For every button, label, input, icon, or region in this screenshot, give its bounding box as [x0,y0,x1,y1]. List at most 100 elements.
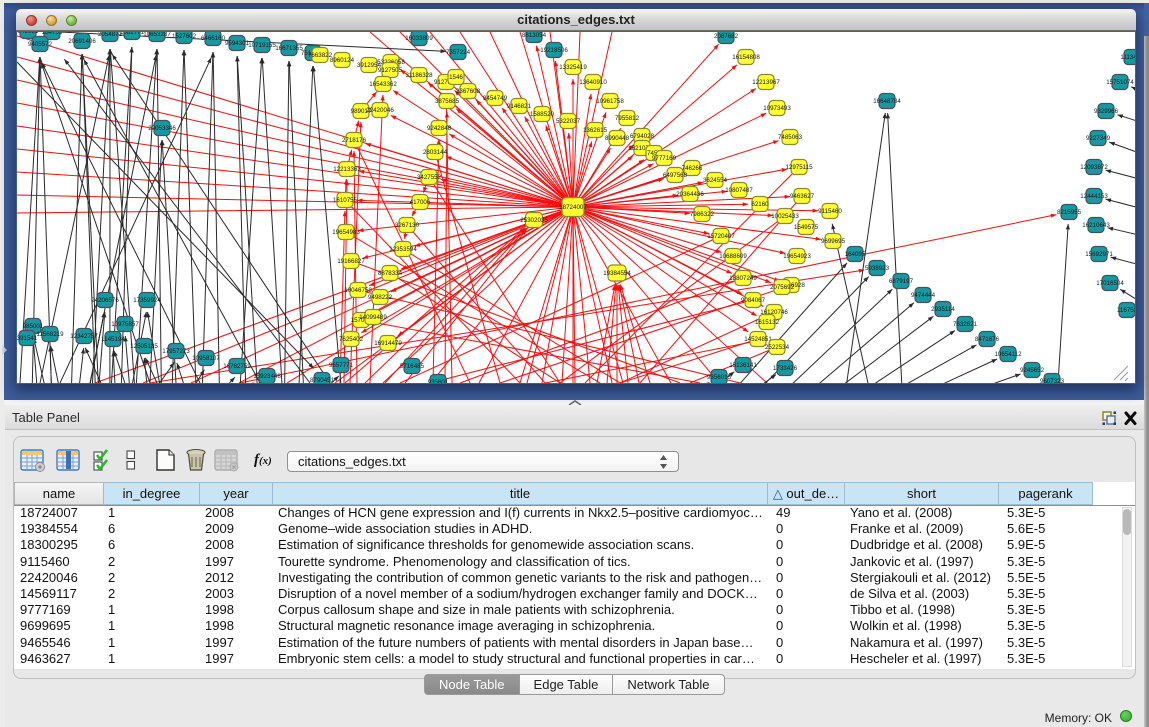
svg-text:19654983: 19654983 [332,229,360,236]
svg-text:1610755: 1610755 [333,197,358,204]
svg-text:9777169: 9777169 [652,155,677,162]
svg-text:25302035: 25302035 [520,217,548,224]
svg-text:10688609: 10688609 [719,253,747,260]
svg-text:7485063: 7485063 [778,134,803,141]
svg-text:16033809: 16033809 [405,35,433,42]
svg-text:18724007: 18724007 [559,204,587,211]
svg-text:19654923: 19654923 [783,253,811,260]
svg-text:9245652: 9245652 [1020,367,1045,374]
svg-text:19218506: 19218506 [540,47,568,54]
svg-text:9227349: 9227349 [1086,135,1111,142]
svg-text:1362615: 1362615 [583,127,608,134]
svg-text:3875685: 3875685 [435,98,460,105]
svg-text:417006: 417006 [410,199,431,206]
svg-text:9474444: 9474444 [911,292,936,299]
svg-text:13325419: 13325419 [559,64,587,71]
svg-text:3267130: 3267130 [395,222,420,229]
svg-text:1733426: 1733426 [773,365,798,372]
svg-text:9115460: 9115460 [818,208,842,215]
svg-text:18807249: 18807249 [729,275,757,282]
svg-text:943051: 943051 [18,32,39,35]
svg-text:15692971: 15692971 [1085,251,1113,258]
svg-text:10958107: 10958107 [192,355,220,362]
svg-text:6879197: 6879197 [889,278,914,285]
svg-text:8471676: 8471676 [975,336,1000,343]
svg-text:5938923: 5938923 [865,265,890,272]
svg-text:10046758: 10046758 [344,287,372,294]
svg-text:9498222: 9498222 [368,294,393,301]
svg-text:15720407: 15720407 [707,233,735,240]
svg-text:2522534: 2522534 [765,344,790,351]
svg-text:15751074: 15751074 [1106,79,1134,86]
svg-text:391541: 391541 [17,335,38,342]
svg-text:16671355: 16671355 [275,45,303,52]
svg-text:8454749: 8454749 [483,95,508,102]
svg-text:10719155: 10719155 [248,42,276,49]
svg-text:12093872: 12093872 [1080,164,1108,171]
svg-text:13640910: 13640910 [579,79,607,86]
svg-text:17016504: 17016504 [1096,280,1124,287]
svg-text:6497568: 6497568 [663,172,688,179]
svg-text:10807487: 10807487 [725,187,753,194]
svg-text:2367608: 2367608 [456,88,481,95]
svg-text:2054871: 2054871 [98,32,123,38]
svg-text:12213363: 12213363 [333,166,361,173]
svg-text:15136141: 15136141 [729,362,757,369]
svg-text:2718176: 2718176 [342,137,367,144]
svg-text:7955812: 7955812 [615,115,640,122]
svg-text:16543362: 16543362 [369,81,397,88]
svg-text:3427552: 3427552 [417,174,442,181]
svg-text:1145194: 1145194 [101,336,125,343]
svg-text:7986322: 7986322 [690,211,715,218]
svg-text:19384554: 19384554 [603,270,631,277]
svg-text:12342757: 12342757 [70,333,98,340]
svg-text:9463627: 9463627 [790,193,815,200]
svg-text:17359924: 17359924 [133,297,161,304]
svg-text:9699695: 9699695 [821,238,846,245]
svg-text:19166827: 19166827 [337,258,365,265]
svg-text:1615132: 1615132 [755,319,780,326]
svg-text:24206576: 24206576 [91,297,119,304]
svg-text:10654112: 10654112 [994,351,1022,358]
svg-text:2935114: 2935114 [931,306,955,313]
svg-text:3624554: 3624554 [703,177,728,184]
svg-text:12505135: 12505135 [130,343,158,350]
svg-text:2075692: 2075692 [770,284,795,291]
svg-text:6466160: 6466160 [201,35,226,42]
svg-text:15923448: 15923448 [253,373,281,380]
svg-text:16210643: 16210643 [1082,222,1110,229]
svg-text:10653287: 10653287 [143,32,171,38]
svg-text:8990448: 8990448 [605,135,630,142]
svg-text:8813054: 8813054 [522,32,547,39]
svg-text:6794028: 6794028 [630,133,655,140]
svg-text:7625402: 7625402 [339,336,364,343]
svg-text:164095: 164095 [845,251,866,258]
svg-text:7357224: 7357224 [446,49,471,56]
svg-text:20691406: 20691406 [68,38,96,45]
svg-text:10025433: 10025433 [771,213,799,220]
svg-text:8790451: 8790451 [310,377,335,383]
svg-text:116753: 116753 [1117,307,1135,314]
svg-text:1546: 1546 [449,74,463,81]
svg-text:17957273: 17957273 [162,348,190,355]
svg-text:2087682: 2087682 [714,33,739,40]
svg-text:8878334: 8878334 [378,270,403,277]
svg-text:746266: 746266 [682,165,703,172]
svg-text:62160: 62160 [751,201,769,208]
svg-text:12444153: 12444153 [1080,193,1108,200]
svg-text:9356015: 9356015 [707,374,732,381]
svg-text:985001: 985001 [23,323,44,330]
svg-text:12213967: 12213967 [752,79,780,86]
svg-text:12353594: 12353594 [389,246,417,253]
svg-text:7663822: 7663822 [308,52,333,59]
svg-text:14524851: 14524851 [744,336,772,343]
svg-text:1082771: 1082771 [120,32,145,36]
svg-text:31186328: 31186328 [405,72,433,79]
svg-text:1588520: 1588520 [530,111,555,118]
svg-text:5322037: 5322037 [556,118,581,125]
svg-text:9607323: 9607323 [1040,378,1065,383]
svg-text:9146821: 9146821 [507,103,532,110]
svg-text:22420046: 22420046 [366,107,394,114]
svg-text:1113452: 1113452 [1120,54,1135,61]
svg-text:10973493: 10973493 [763,105,791,112]
